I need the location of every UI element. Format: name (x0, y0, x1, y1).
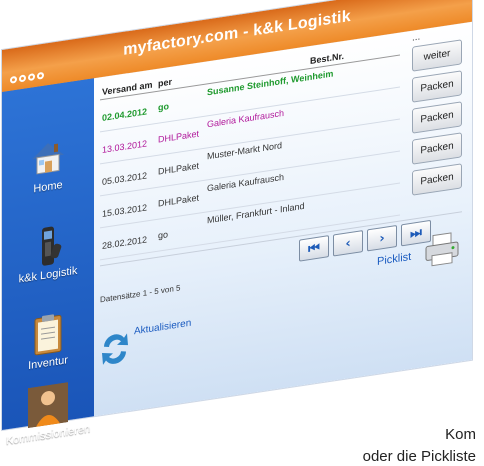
records-count: Datensätze 1 - 5 von 5 (100, 283, 181, 305)
row-shipping-method: DHLPaket (158, 192, 200, 209)
row-date: 02.04.2012 (102, 106, 148, 124)
scanner-icon (28, 222, 68, 268)
row-shipping-method: DHLPaket (158, 128, 200, 145)
printer-icon[interactable] (424, 230, 460, 269)
sidebar: Home k&k Logistik Inventur Kommissionier… (2, 78, 94, 447)
packen-button[interactable]: Packen (412, 70, 462, 103)
caption-line-1: Kom (445, 426, 476, 443)
screenshot-stage: myfactory.com - k&k Logistik Home k&k Lo… (0, 0, 484, 466)
sidebar-item-label: Kommissionieren (5, 422, 91, 448)
row-date: 05.03.2012 (102, 170, 148, 188)
sidebar-item-kommissionieren[interactable]: Kommissionieren (2, 378, 94, 448)
action-button-column: weiter Packen Packen Packen Packen (412, 39, 464, 202)
refresh-icon[interactable] (100, 329, 130, 369)
refresh-link[interactable]: Aktualisieren (134, 318, 191, 338)
row-date: 15.03.2012 (102, 202, 148, 220)
sidebar-item-label: Home (33, 178, 63, 196)
main-content: Versand am per Best.Nr. 02.04.2012 go Susa… (94, 21, 472, 417)
weiter-button[interactable]: weiter (412, 39, 462, 72)
packen-button[interactable]: Packen (412, 132, 462, 165)
worker-icon (28, 382, 68, 429)
column-header-extra: ... (412, 31, 421, 44)
picklist-link[interactable]: Picklist (377, 251, 411, 268)
column-header-per: per (158, 76, 173, 89)
app-window: myfactory.com - k&k Logistik Home k&k Lo… (2, 0, 472, 447)
row-date: 28.02.2012 (102, 234, 148, 252)
row-shipping-method: DHLPaket (158, 160, 200, 177)
prev-page-button[interactable]: ‹ (333, 230, 363, 257)
sidebar-item-logistik[interactable]: k&k Logistik (2, 218, 94, 288)
packen-button[interactable]: Packen (412, 163, 462, 196)
row-shipping-method: go (158, 229, 169, 241)
next-page-button[interactable]: › (367, 224, 397, 252)
first-page-button[interactable]: ⏮ (299, 235, 329, 262)
row-date: 13.03.2012 (102, 138, 148, 156)
row-shipping-method: go (158, 101, 169, 113)
sidebar-item-inventur[interactable]: Inventur (2, 306, 94, 376)
sidebar-item-home[interactable]: Home (2, 130, 94, 200)
packen-button[interactable]: Packen (412, 101, 462, 134)
house-icon (28, 134, 68, 180)
clipboard-icon (28, 310, 68, 356)
caption-line-2: oder die Pickliste (362, 448, 476, 465)
